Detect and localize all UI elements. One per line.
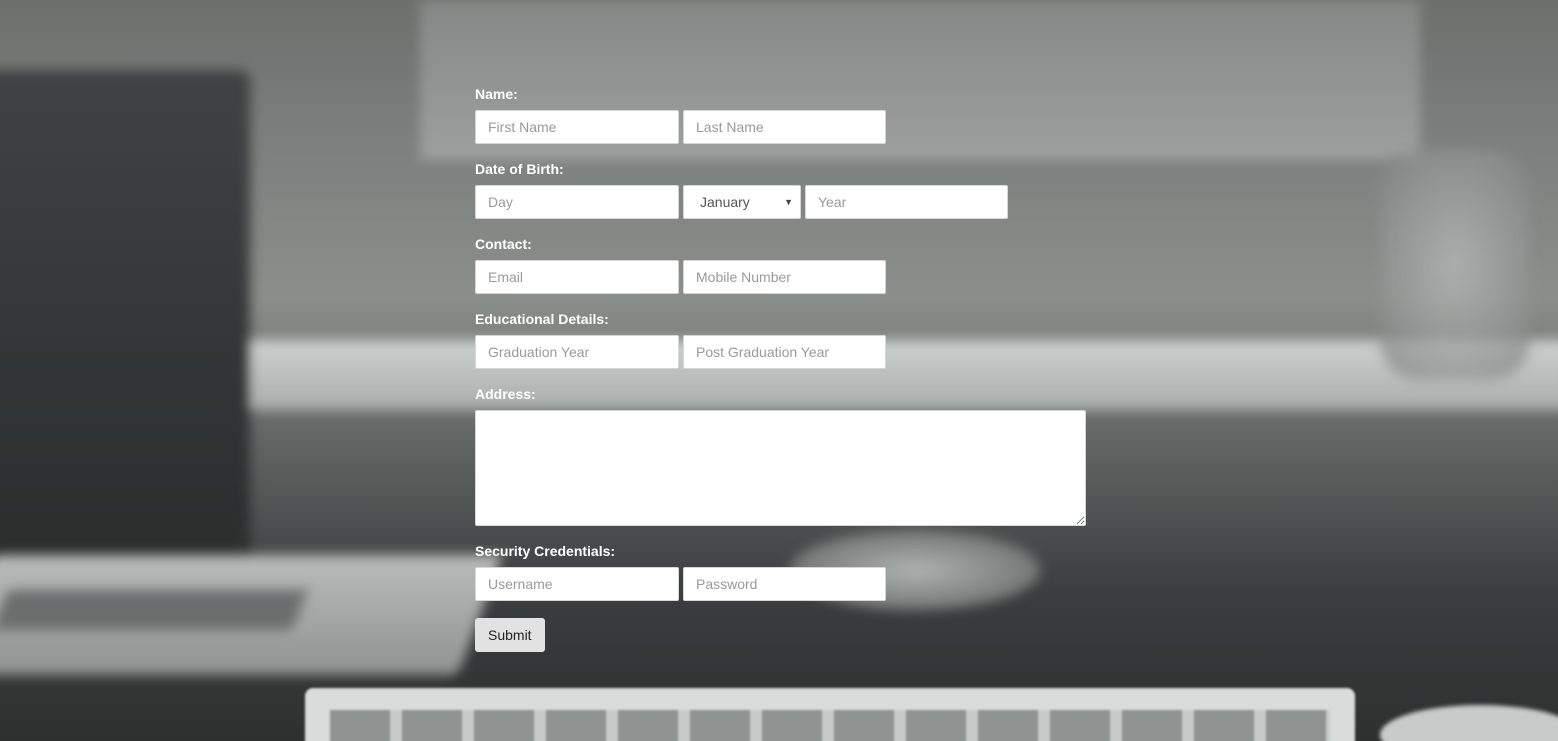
contact-label: Contact: xyxy=(475,236,532,252)
education-row xyxy=(475,335,1095,369)
username-input[interactable] xyxy=(475,567,679,601)
dob-row: January ▼ xyxy=(475,185,1095,219)
contact-row xyxy=(475,260,1095,294)
name-row xyxy=(475,110,1095,144)
chevron-down-icon: ▼ xyxy=(784,197,793,207)
education-label: Educational Details: xyxy=(475,311,609,327)
security-row xyxy=(475,567,1095,601)
password-input[interactable] xyxy=(683,567,886,601)
email-input[interactable] xyxy=(475,260,679,294)
background-mouse xyxy=(1380,705,1558,741)
first-name-input[interactable] xyxy=(475,110,679,144)
address-label: Address: xyxy=(475,386,536,402)
submit-button[interactable]: Submit xyxy=(475,618,545,652)
mobile-number-input[interactable] xyxy=(683,260,886,294)
background-laptop xyxy=(0,70,250,590)
last-name-input[interactable] xyxy=(683,110,886,144)
name-label: Name: xyxy=(475,86,518,102)
security-label: Security Credentials: xyxy=(475,543,616,559)
background-keyboard-keys xyxy=(330,710,1330,741)
background-glass xyxy=(1380,150,1530,380)
graduation-year-input[interactable] xyxy=(475,335,679,369)
month-select-value: January xyxy=(700,194,750,210)
address-textarea[interactable] xyxy=(475,410,1086,526)
month-select[interactable]: January ▼ xyxy=(683,185,801,219)
year-input[interactable] xyxy=(805,185,1008,219)
dob-label: Date of Birth: xyxy=(475,161,564,177)
background-laptop-keys xyxy=(0,590,308,630)
post-graduation-year-input[interactable] xyxy=(683,335,886,369)
day-input[interactable] xyxy=(475,185,679,219)
registration-form: Name: Date of Birth: January ▼ Contact: … xyxy=(475,86,1095,652)
